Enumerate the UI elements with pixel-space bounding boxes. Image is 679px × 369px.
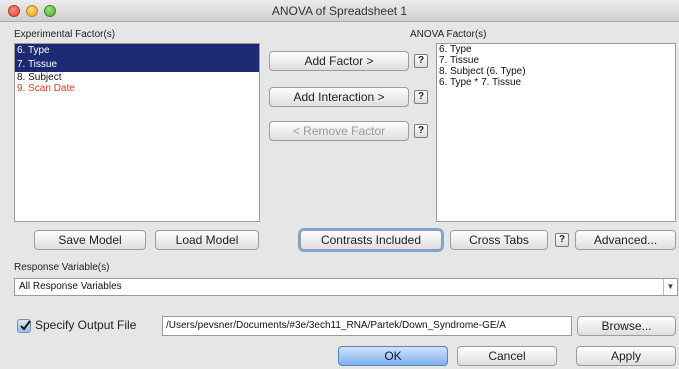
add-factor-button[interactable]: Add Factor >	[269, 51, 409, 71]
specify-output-checkbox[interactable]	[17, 319, 31, 333]
response-variables-select[interactable]: All Response Variables ▼	[14, 278, 678, 296]
response-variables-value: All Response Variables	[19, 281, 122, 292]
specify-output-label: Specify Output File	[35, 318, 137, 332]
remove-factor-help-icon[interactable]: ?	[414, 124, 428, 138]
list-item[interactable]: 8. Subject	[15, 72, 259, 83]
window-title: ANOVA of Spreadsheet 1	[271, 4, 408, 18]
list-item[interactable]: 7. Tissue	[437, 55, 675, 66]
advanced-button[interactable]: Advanced...	[575, 230, 676, 250]
ok-button[interactable]: OK	[338, 346, 448, 366]
title-bar: ANOVA of Spreadsheet 1	[0, 0, 679, 22]
experimental-factors-list[interactable]: 6. Type 7. Tissue 8. Subject 9. Scan Dat…	[14, 43, 260, 222]
contrasts-button[interactable]: Contrasts Included	[300, 230, 442, 250]
list-item[interactable]: 6. Type	[15, 44, 259, 58]
list-item[interactable]: 6. Type * 7. Tissue	[437, 77, 675, 88]
cross-tabs-help-icon[interactable]: ?	[555, 233, 569, 247]
cancel-button[interactable]: Cancel	[457, 346, 557, 366]
add-interaction-help-icon[interactable]: ?	[414, 90, 428, 104]
anova-factors-label: ANOVA Factor(s)	[410, 29, 487, 40]
load-model-button[interactable]: Load Model	[155, 230, 259, 250]
list-item[interactable]: 8. Subject (6. Type)	[437, 66, 675, 77]
response-variables-label: Response Variable(s)	[14, 262, 110, 273]
save-model-button[interactable]: Save Model	[34, 230, 146, 250]
apply-button[interactable]: Apply	[576, 346, 676, 366]
remove-factor-button[interactable]: < Remove Factor	[269, 121, 409, 141]
browse-button[interactable]: Browse...	[577, 316, 676, 336]
add-factor-help-icon[interactable]: ?	[414, 54, 428, 68]
list-item[interactable]: 7. Tissue	[15, 58, 259, 72]
list-item[interactable]: 6. Type	[437, 44, 675, 55]
output-path-field[interactable]: /Users/pevsner/Documents/#3e/3ech11_RNA/…	[162, 316, 572, 336]
experimental-factors-label: Experimental Factor(s)	[14, 29, 116, 40]
cross-tabs-button[interactable]: Cross Tabs	[450, 230, 548, 250]
list-item[interactable]: 9. Scan Date	[15, 83, 259, 94]
add-interaction-button[interactable]: Add Interaction >	[269, 87, 409, 107]
checkmark-icon	[20, 320, 31, 331]
anova-factors-list[interactable]: 6. Type 7. Tissue 8. Subject (6. Type) 6…	[436, 43, 676, 222]
chevron-down-icon[interactable]: ▼	[663, 279, 677, 295]
